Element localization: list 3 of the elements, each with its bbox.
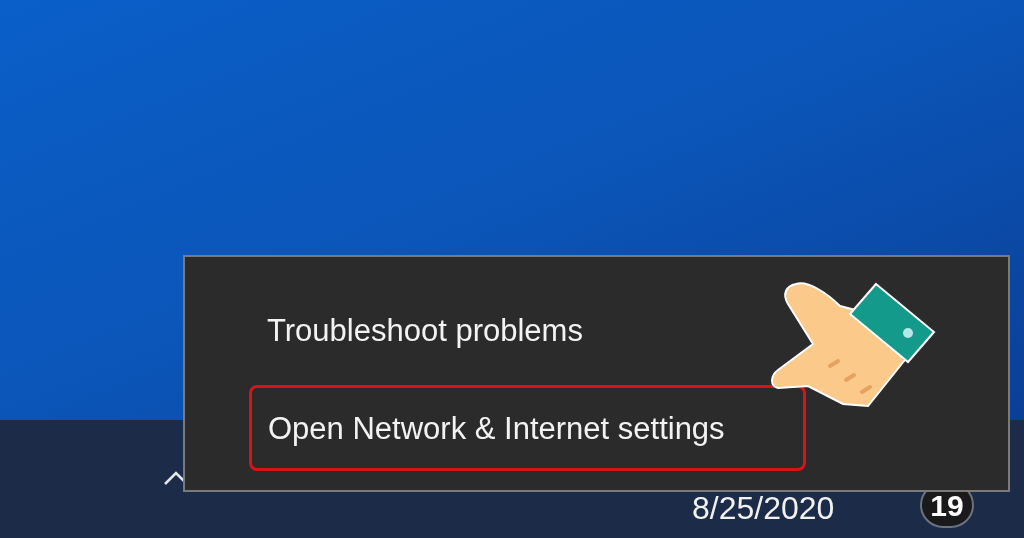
menu-item[interactable]: Open Network & Internet settings <box>249 385 806 471</box>
date-text[interactable]: 8/25/2020 <box>692 492 835 524</box>
menu-item[interactable]: Troubleshoot problems <box>267 305 1008 355</box>
